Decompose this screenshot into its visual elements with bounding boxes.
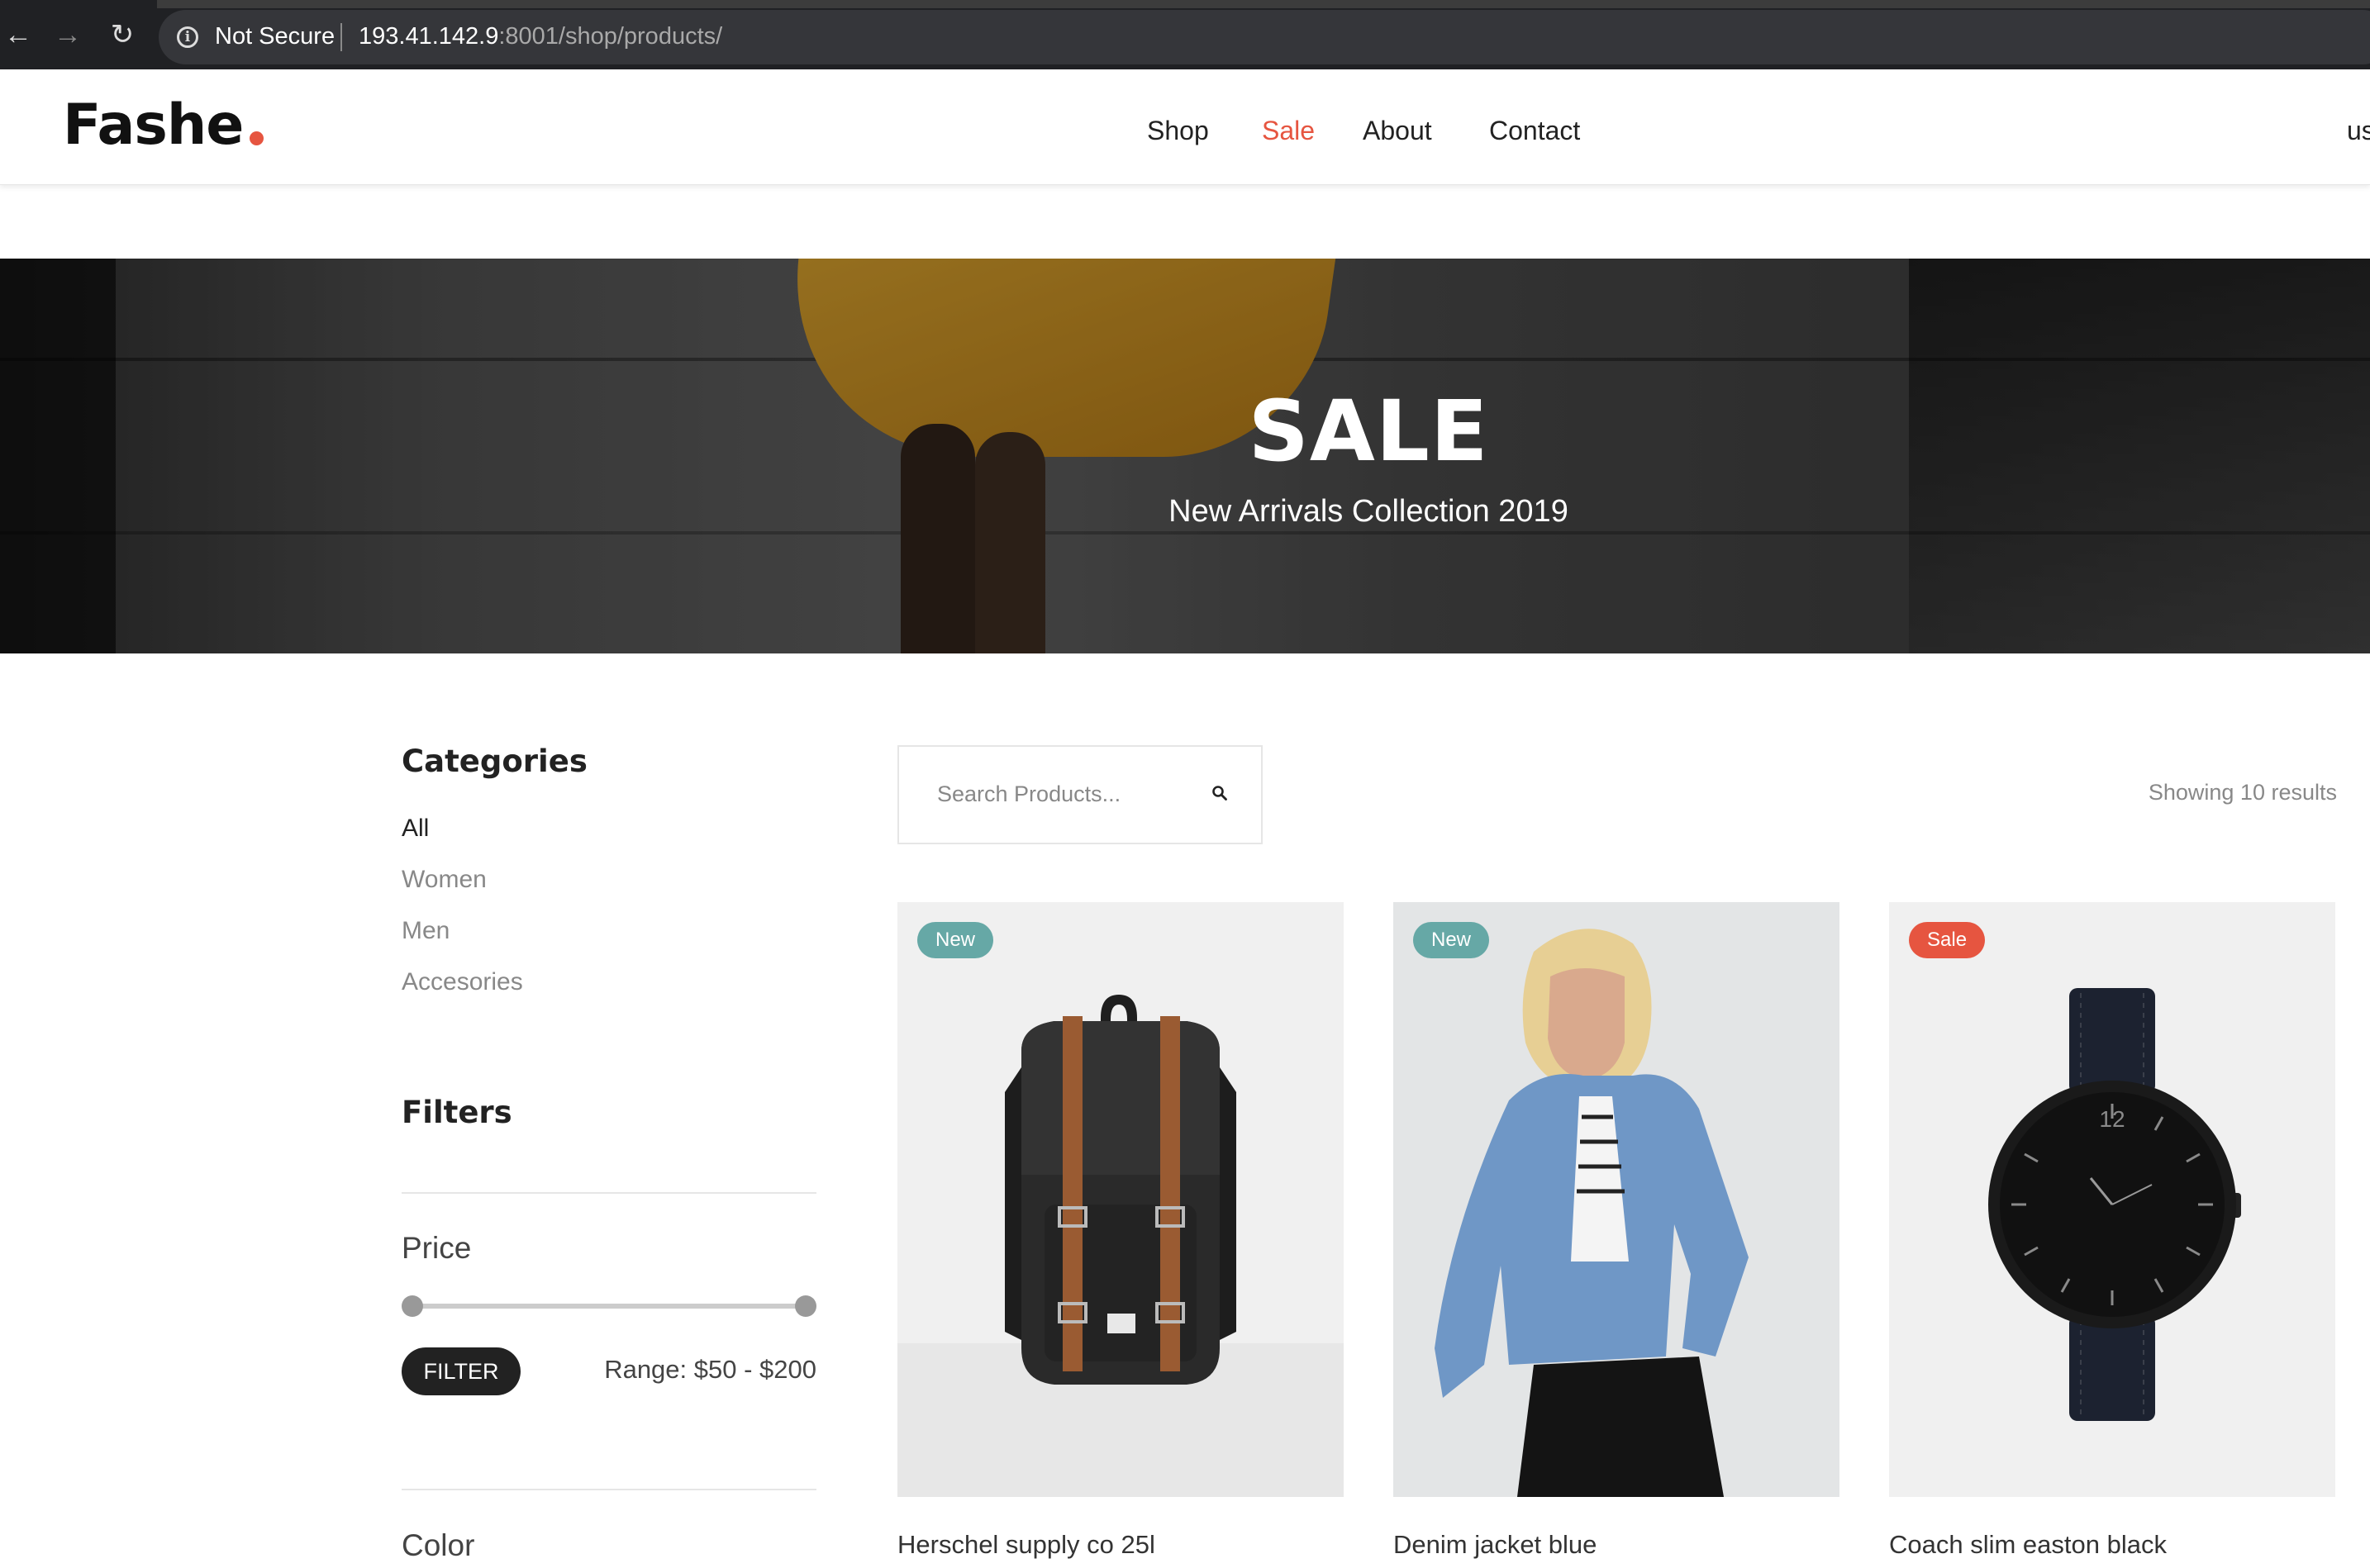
hero-title: SALE [1248,382,1489,481]
product-badge: Sale [1909,922,1986,958]
main-navigation: Shop Sale About Contact [0,106,2370,155]
hero-subtitle: New Arrivals Collection 2019 [1168,494,1568,529]
tab-strip [157,0,2370,8]
filters-heading: Filters [402,1095,512,1130]
header-right-text[interactable]: us [2347,106,2370,155]
url-separator [340,23,342,51]
product-image[interactable]: New [1393,902,1839,1497]
product-image[interactable]: 12 Sale [1889,902,2335,1497]
wristwatch-image: 12 [1988,988,2241,1421]
product-name[interactable]: Denim jacket blue [1393,1530,1597,1560]
price-slider-min-handle[interactable] [402,1295,423,1317]
filter-button[interactable]: FILTER [402,1347,521,1395]
categories-heading: Categories [402,744,588,779]
color-label: Color [402,1528,475,1562]
hero-banner: SALE New Arrivals Collection 2019 [0,259,2370,653]
site-header: Fashe Shop Sale About Contact us [0,69,2370,185]
back-arrow-icon[interactable]: ← [2,18,35,51]
nav-link-about[interactable]: About [1363,106,1432,155]
security-label: Not Secure [215,23,336,50]
product-name[interactable]: Coach slim easton black [1889,1530,2167,1560]
price-range-text: Range: $50 - $200 [604,1355,816,1384]
denim-jacket-model-image [1435,929,1749,1497]
divider [402,1192,816,1194]
url-host: 193.41.142.9 [359,23,499,50]
category-all[interactable]: All [402,815,429,843]
search-input[interactable]: Search Products... [937,782,1121,807]
forward-arrow-icon[interactable]: → [51,18,84,51]
backpack-image [1005,995,1236,1385]
url-text[interactable]: 193.41.142.9:8001/shop/products/ [359,23,722,50]
category-men[interactable]: Men [402,917,450,945]
product-image[interactable]: New [897,902,1344,1497]
price-label: Price [402,1231,472,1265]
product-badge: New [1413,922,1490,958]
price-slider-max-handle[interactable] [795,1295,816,1317]
nav-link-shop[interactable]: Shop [1147,106,1209,155]
results-count: Showing 10 results [2148,780,2337,805]
url-path: :8001/shop/products/ [498,23,723,50]
product-name[interactable]: Herschel supply co 25l [897,1530,1155,1560]
reload-icon[interactable]: ↻ [106,18,139,51]
search-box[interactable]: Search Products... [897,745,1263,844]
address-bar[interactable]: i Not Secure 193.41.142.9:8001/shop/prod… [159,10,2370,64]
nav-link-sale[interactable]: Sale [1262,106,1315,155]
category-women[interactable]: Women [402,866,487,894]
divider [402,1489,816,1490]
info-icon[interactable]: i [177,26,198,48]
product-badge: New [917,922,994,958]
search-icon[interactable] [1211,785,1228,801]
nav-link-contact[interactable]: Contact [1489,106,1580,155]
category-accesories[interactable]: Accesories [402,968,523,996]
browser-toolbar: ← → ↻ i Not Secure 193.41.142.9:8001/sho… [0,0,2370,69]
price-slider-track[interactable] [413,1304,807,1309]
svg-text:12: 12 [2099,1106,2125,1132]
